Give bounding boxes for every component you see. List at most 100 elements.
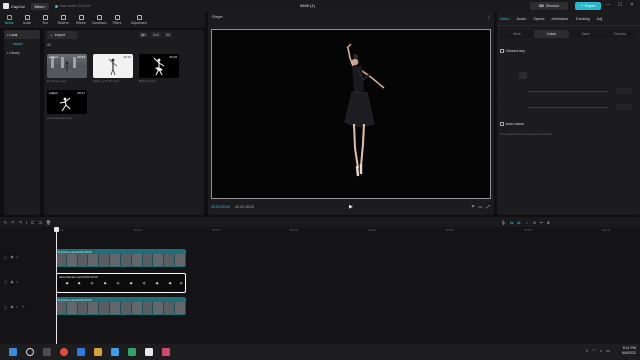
sidebar-item-import[interactable]: Import [4,39,40,48]
tab-animation[interactable]: Animation [551,17,568,21]
shadow-slider[interactable]: ○ [500,104,637,110]
tab-audio-settings[interactable]: Audio [517,17,527,21]
clip-frames [56,302,186,314]
app-icon[interactable] [162,348,170,356]
minimize-icon[interactable]: — [606,2,611,7]
tab-media[interactable]: Media [0,12,18,28]
wifi-icon[interactable]: ◠ [592,348,596,353]
maximize-icon[interactable]: ☐ [618,2,622,8]
task-view-icon[interactable] [43,348,51,356]
cover-edit-icon[interactable]: ✎ [22,305,25,309]
timeline[interactable]: 00:00 00:10 00:20 00:30 00:40 00:50 01:0… [0,227,640,344]
intensity-slider[interactable]: ○ [500,88,637,94]
video-viewport[interactable] [211,29,491,199]
tab-audio[interactable]: Audio [18,12,36,28]
slider-value-box[interactable] [616,88,632,94]
slider-value-box[interactable] [616,104,632,110]
lock-icon[interactable]: ▢ [4,305,7,309]
chrome-icon[interactable] [60,348,68,356]
timeline-clip[interactable]: B_Dance.mp4 00:00:18:18 [56,249,186,267]
store-icon[interactable] [111,348,119,356]
delete-icon[interactable]: 🗑 [46,220,51,225]
snap-icon[interactable]: ⇆ [510,220,513,225]
timeline-clip-selected[interactable]: Glow Sample.mp4 00:00:16:20 ✦ ✦ ✧ ✦ ✧ ✦ ✧ ✦ ✦ ✧ [56,273,186,293]
tab-filters[interactable]: Filters [108,12,126,28]
system-tray: ˄ ◠ ◖ ▭ [586,348,610,353]
zoom-slider-icon[interactable]: ━ [540,220,542,225]
fullscreen-icon[interactable]: ⤢ [486,204,490,210]
view-toggle-icon[interactable]: ▦▾ [139,32,148,38]
timeline-clip[interactable]: B_Dance.mp4 00:00:16:19 [56,297,186,315]
color-picker-swatch[interactable] [519,72,527,79]
slider-track[interactable] [528,106,608,108]
file-explorer-icon[interactable] [94,348,102,356]
sidebar-item-library[interactable]: • Library [4,48,40,57]
tick-label: 01:10 [602,228,610,232]
hide-icon[interactable]: ◉ [10,280,13,284]
tab-transitions[interactable]: Transitions [90,12,108,28]
search-icon[interactable] [26,348,34,356]
slider-track[interactable] [528,90,608,92]
media-item[interactable]: Added 00:19 [47,54,87,78]
shortcut-button[interactable]: ⌨ Shortcut [530,2,568,10]
mute-icon[interactable]: ◐ [17,255,19,259]
windows-start-icon[interactable] [9,348,17,356]
delete-right-icon[interactable]: ⊐ [38,220,41,225]
undo-icon[interactable]: ↶ [11,220,14,225]
filter-button[interactable]: All [164,32,172,38]
timeline-ruler[interactable]: 00:00 00:10 00:20 00:30 00:40 00:50 01:0… [56,227,640,235]
tab-effects[interactable]: Effects [72,12,90,28]
volume-icon[interactable]: ◖ [600,348,602,353]
zoom-in-icon[interactable]: ⊕ [546,220,549,225]
tab-stickers[interactable]: Stickers [54,12,72,28]
zoom-out-icon[interactable]: ⊖ [533,220,536,225]
record-audio-icon[interactable]: 🎙 [501,220,506,225]
chroma-key-checkbox[interactable] [500,49,504,53]
sort-button[interactable]: Sort [150,32,162,38]
sidebar-item-local[interactable]: • Local [4,30,40,39]
crop-icon[interactable]: ⌗ [472,204,475,210]
close-icon[interactable]: ✕ [630,2,634,8]
edge-icon[interactable] [77,348,85,356]
duration-label: 00:16 [123,55,131,59]
auto-cutout-checkbox[interactable] [500,122,504,126]
link-icon[interactable]: ⇄ [517,220,520,225]
media-item[interactable]: 00:16 [93,54,133,78]
menu-button[interactable]: Menu [30,2,49,10]
preview-axis-icon[interactable]: ⇔ [525,220,529,225]
split-icon[interactable]: ⟊ [26,220,27,225]
redo-icon[interactable]: ↷ [19,220,22,225]
tab-adjustment[interactable]: Adjustment [126,12,152,28]
import-button[interactable]: + Import [47,31,77,39]
lock-icon[interactable]: ▢ [4,255,7,259]
app-icon[interactable] [128,348,136,356]
select-cursor-icon[interactable]: ↖ [4,220,7,225]
tab-adjust[interactable]: Adj [597,17,603,21]
mute-icon[interactable]: ◐ [17,280,19,284]
playhead-handle[interactable] [54,227,59,232]
capcut-taskbar-icon[interactable] [145,348,153,356]
hide-icon[interactable]: ◉ [10,255,13,259]
subtab-cutout[interactable]: Cutout [534,30,569,38]
subtab-enhance[interactable]: Enhance [603,30,637,38]
tab-speed[interactable]: Speed [533,17,544,21]
chevron-up-icon[interactable]: ˄ [586,348,588,353]
delete-left-icon[interactable]: ⊏ [31,220,34,225]
subtab-mask[interactable]: Mask [569,30,603,38]
export-button[interactable]: ⇪ Export [575,2,601,10]
battery-icon[interactable]: ▭ [606,348,610,353]
hide-icon[interactable]: ◉ [10,305,13,309]
ratio-icon[interactable]: ▭ [478,204,482,210]
play-icon[interactable]: ▶ [349,204,353,210]
lock-icon[interactable]: ▢ [4,280,7,284]
mute-icon[interactable]: ◐ [17,305,19,309]
tab-text[interactable]: Text [36,12,54,28]
playhead[interactable] [56,227,57,344]
system-clock[interactable]: 8:11 PM 6/6/2023 [622,346,636,356]
tab-tracking[interactable]: Tracking [575,17,589,21]
media-item[interactable]: 00:16 [139,54,179,78]
tab-video[interactable]: Video [500,17,510,21]
subtab-basic[interactable]: Basic [500,30,534,38]
media-item[interactable]: Added 00:17 [47,90,87,114]
player-menu-icon[interactable]: ≡ [488,15,490,20]
